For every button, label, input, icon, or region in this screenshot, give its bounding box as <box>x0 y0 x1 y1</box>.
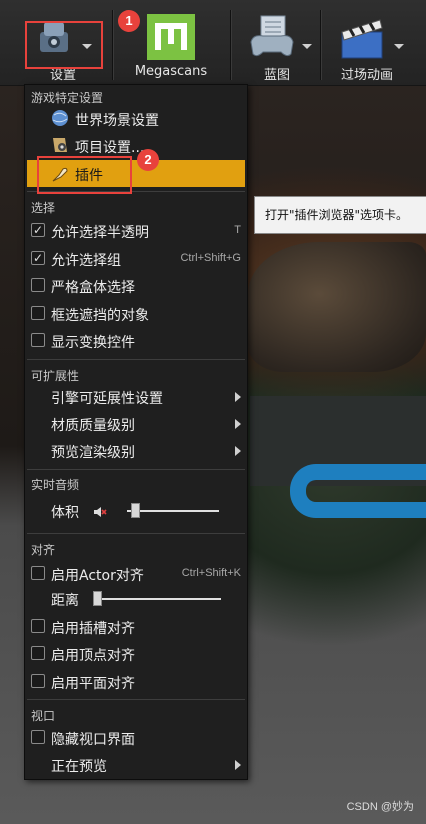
submenu-arrow-icon <box>235 446 241 456</box>
settings-gear-icon <box>32 14 76 62</box>
menu-item-snap-distance: 距离 <box>27 585 245 612</box>
menu-item-label: 启用插槽对齐 <box>51 621 135 637</box>
menu-item-label: 体积 <box>51 505 79 521</box>
menu-item-allow-groups[interactable]: ✓ 允许选择组 Ctrl+Shift+G <box>27 245 245 272</box>
blueprint-label: 蓝图 <box>263 68 290 83</box>
section-title-viewport: 视口 <box>31 709 56 723</box>
blue-spline-shape <box>290 464 426 518</box>
cinematics-button[interactable]: 过场动画 <box>322 8 412 84</box>
menu-item-material-quality[interactable]: 材质质量级别 <box>27 410 245 437</box>
checkbox-unchecked[interactable] <box>31 619 45 633</box>
submenu-arrow-icon <box>235 760 241 770</box>
checkbox-unchecked[interactable] <box>31 646 45 660</box>
blueprint-button[interactable]: 蓝图 <box>240 8 314 84</box>
menu-item-plane-snap[interactable]: 启用平面对齐 <box>27 668 245 695</box>
project-settings-icon <box>51 136 69 158</box>
menu-item-label: 引擎可延展性设置 <box>51 391 163 407</box>
menu-item-label: 允许选择组 <box>51 253 121 269</box>
distance-slider-thumb[interactable] <box>93 591 102 606</box>
section-title-audio: 实时音频 <box>31 478 80 492</box>
submenu-arrow-icon <box>235 419 241 429</box>
blueprint-caret-icon <box>302 44 312 49</box>
menu-item-label: 插件 <box>75 168 103 184</box>
menu-item-label: 隐藏视口界面 <box>51 732 135 748</box>
menu-item-hide-viewport-ui[interactable]: 隐藏视口界面 <box>27 724 245 751</box>
settings-caret-icon <box>82 44 92 49</box>
menu-item-vertex-snap[interactable]: 启用顶点对齐 <box>27 640 245 667</box>
settings-dropdown-menu: 游戏特定设置 世界场景设置 项目设置.... 插件 选择 ✓ 允许选择半透明 T… <box>24 84 248 780</box>
menu-item-label: 材质质量级别 <box>51 418 135 434</box>
annotation-badge-2: 2 <box>137 149 159 171</box>
toolbar-divider <box>230 10 231 80</box>
cinematics-label: 过场动画 <box>340 68 393 83</box>
section-title-snapping: 对齐 <box>31 543 56 557</box>
rock-mesh <box>248 242 426 372</box>
menu-item-label: 框选遮挡的对象 <box>51 308 149 324</box>
globe-icon <box>51 109 69 131</box>
section-title-scalability: 可扩展性 <box>31 369 80 383</box>
menu-item-allow-translucent[interactable]: ✓ 允许选择半透明 T <box>27 217 245 244</box>
settings-button[interactable]: 设置 <box>24 8 102 84</box>
menu-item-strict-box[interactable]: 严格盒体选择 <box>27 272 245 299</box>
checkbox-unchecked[interactable] <box>31 333 45 347</box>
menu-item-label: 启用顶点对齐 <box>51 648 135 664</box>
checkbox-unchecked[interactable] <box>31 674 45 688</box>
menu-item-project-settings[interactable]: 项目设置.... <box>27 132 245 159</box>
speaker-muted-icon[interactable] <box>93 504 107 523</box>
menu-divider <box>27 469 245 470</box>
menu-divider <box>27 699 245 700</box>
menu-item-socket-snap[interactable]: 启用插槽对齐 <box>27 613 245 640</box>
checkbox-unchecked[interactable] <box>31 730 45 744</box>
volume-slider-track[interactable] <box>127 510 219 512</box>
clapperboard-icon <box>336 14 388 64</box>
menu-item-box-occluded[interactable]: 框选遮挡的对象 <box>27 300 245 327</box>
shortcut-hint: Ctrl+Shift+G <box>180 252 241 264</box>
menu-item-plugins[interactable]: 插件 <box>27 160 245 187</box>
section-title-game: 游戏特定设置 <box>31 91 104 105</box>
watermark: CSDN @妙为 <box>346 801 414 813</box>
menu-item-label: 距离 <box>51 593 79 609</box>
menu-item-previewing[interactable]: 正在预览 <box>27 751 245 778</box>
checkbox-unchecked[interactable] <box>31 566 45 580</box>
menu-item-world-settings[interactable]: 世界场景设置 <box>27 105 245 132</box>
settings-label: 设置 <box>49 68 76 83</box>
menu-item-label: 启用Actor对齐 <box>51 568 144 584</box>
volume-slider-thumb[interactable] <box>131 503 141 518</box>
checkbox-checked[interactable]: ✓ <box>31 251 45 265</box>
menu-item-volume: 体积 <box>27 497 245 524</box>
menu-item-label: 预览渲染级别 <box>51 445 135 461</box>
main-toolbar: 设置 Megascans 蓝图 过场动画 <box>0 0 426 86</box>
submenu-arrow-icon <box>235 392 241 402</box>
menu-item-label: 允许选择半透明 <box>51 225 149 241</box>
menu-divider <box>27 359 245 360</box>
megascans-logo-icon <box>147 14 195 64</box>
menu-item-show-transform[interactable]: 显示变换控件 <box>27 327 245 354</box>
annotation-badge-1: 1 <box>118 10 140 32</box>
menu-item-engine-scalability[interactable]: 引擎可延展性设置 <box>27 383 245 410</box>
cinematics-caret-icon <box>394 44 404 49</box>
toolbar-divider <box>320 10 321 80</box>
menu-item-label: 严格盒体选择 <box>51 280 135 296</box>
menu-item-label: 显示变换控件 <box>51 335 135 351</box>
menu-item-preview-rendering[interactable]: 预览渲染级别 <box>27 437 245 464</box>
toolbar-divider <box>112 10 113 80</box>
gamepad-icon <box>247 14 297 62</box>
menu-divider <box>27 191 245 192</box>
checkbox-checked[interactable]: ✓ <box>31 223 45 237</box>
menu-item-label: 正在预览 <box>51 759 107 775</box>
plugin-icon <box>51 165 69 187</box>
menu-divider <box>27 533 245 534</box>
menu-item-actor-snap[interactable]: 启用Actor对齐 Ctrl+Shift+K <box>27 560 245 587</box>
checkbox-unchecked[interactable] <box>31 278 45 292</box>
checkbox-unchecked[interactable] <box>31 306 45 320</box>
plugins-tooltip: 打开"插件浏览器"选项卡。 <box>254 196 426 234</box>
menu-item-label: 世界场景设置 <box>75 113 159 129</box>
menu-item-label: 启用平面对齐 <box>51 676 135 692</box>
section-title-selection: 选择 <box>31 201 56 215</box>
megascans-label: Megascans <box>134 64 208 79</box>
distance-slider-track[interactable] <box>93 598 221 600</box>
shortcut-hint: T <box>234 224 241 236</box>
shortcut-hint: Ctrl+Shift+K <box>181 567 241 579</box>
